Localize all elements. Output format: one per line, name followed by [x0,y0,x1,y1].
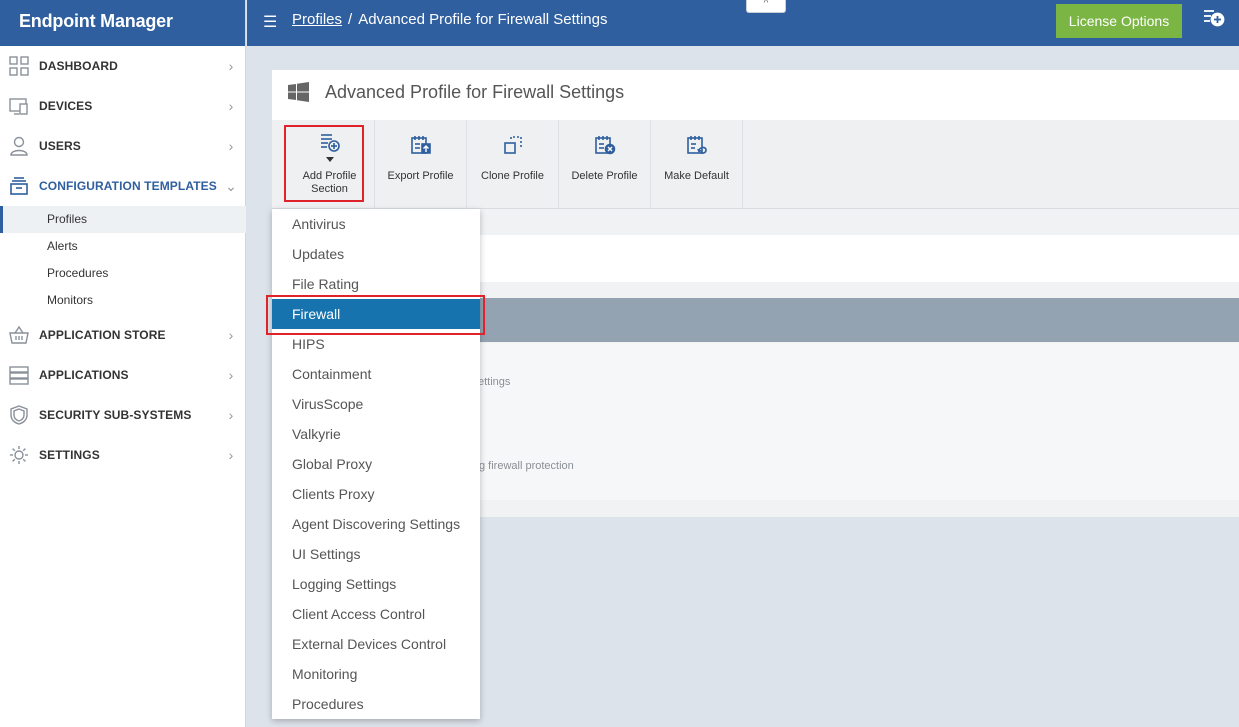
basket-icon [8,324,30,346]
sidebar: Endpoint Manager DASHBOARD › DEVICES › U… [0,0,246,727]
sidebar-item-devices[interactable]: DEVICES › [0,86,246,126]
chevron-right-icon: › [228,98,234,114]
make-default-label: Make Default [664,170,729,182]
chevron-down-icon: ⌄ [225,177,237,194]
delete-profile-label: Delete Profile [571,170,638,182]
delete-profile-button[interactable]: Delete Profile [559,120,651,209]
sidebar-item-label: SETTINGS [39,448,100,462]
sidebar-subitem-alerts[interactable]: Alerts [0,233,246,260]
make-default-icon [686,134,708,156]
menu-item-client-access-control[interactable]: Client Access Control [272,599,480,629]
delete-icon [594,134,616,156]
breadcrumb-separator: / [348,11,353,28]
sidebar-item-dashboard[interactable]: DASHBOARD › [0,46,246,86]
stack-icon [8,175,30,197]
menu-item-procedures[interactable]: Procedures [272,689,480,719]
sidebar-item-users[interactable]: USERS › [0,126,246,166]
make-default-button[interactable]: Make Default [651,120,743,209]
collapse-header-tab[interactable]: ^ [746,0,786,13]
menu-item-agent-discovering-settings[interactable]: Agent Discovering Settings [272,509,480,539]
export-profile-label: Export Profile [387,170,454,182]
sidebar-item-label: DASHBOARD [39,59,118,73]
gear-icon [8,444,30,466]
panel-header: Advanced Profile for Firewall Settings [272,70,1239,120]
partial-description: ettings [478,376,511,388]
menu-item-virusscope[interactable]: VirusScope [272,389,480,419]
breadcrumb: Profiles / Advanced Profile for Firewall S… [292,11,607,28]
grid-icon [8,55,30,77]
menu-item-logging-settings[interactable]: Logging Settings [272,569,480,599]
topbar: ☰ Profiles / Advanced Profile for Firewall… [247,0,1239,46]
highlight-add-section [284,125,364,202]
sidebar-item-application-store[interactable]: APPLICATION STORE › [0,315,246,355]
menu-item-global-proxy[interactable]: Global Proxy [272,449,480,479]
menu-item-ui-settings[interactable]: UI Settings [272,539,480,569]
menu-item-clients-proxy[interactable]: Clients Proxy [272,479,480,509]
license-options-button[interactable]: License Options [1056,4,1182,38]
profile-toolbar: Add Profile Section Export Profile Clone … [272,120,1239,209]
clone-icon [502,134,524,156]
chevron-right-icon: › [228,327,234,343]
hamburger-menu-icon[interactable]: ☰ [263,12,277,32]
sidebar-item-label: DEVICES [39,99,93,113]
sidebar-item-label: APPLICATIONS [39,368,129,382]
menu-item-containment[interactable]: Containment [272,359,480,389]
sidebar-item-label: CONFIGURATION TEMPLATES [39,179,217,193]
breadcrumb-link-profiles[interactable]: Profiles [292,11,342,28]
breadcrumb-current: Advanced Profile for Firewall Settings [358,11,608,28]
chevron-right-icon: › [228,58,234,74]
sidebar-item-label: USERS [39,139,81,153]
menu-item-valkyrie[interactable]: Valkyrie [272,419,480,449]
sidebar-item-applications[interactable]: APPLICATIONS › [0,355,246,395]
chevron-right-icon: › [228,367,234,383]
sidebar-item-label: SECURITY SUB-SYSTEMS [39,408,192,422]
sidebar-subitem-profiles[interactable]: Profiles [0,206,246,233]
sidebar-item-configuration-templates[interactable]: CONFIGURATION TEMPLATES ⌄ [0,166,246,206]
sidebar-item-security-sub-systems[interactable]: SECURITY SUB-SYSTEMS › [0,395,246,435]
shield-icon [8,404,30,426]
export-icon [410,134,432,156]
sidebar-item-settings[interactable]: SETTINGS › [0,435,246,475]
clone-profile-label: Clone Profile [481,170,544,182]
sidebar-subitem-monitors[interactable]: Monitors [0,287,246,314]
chevron-right-icon: › [228,447,234,463]
server-icon [8,364,30,386]
clone-profile-button[interactable]: Clone Profile [467,120,559,209]
partial-description: g firewall protection [479,460,574,472]
menu-item-monitoring[interactable]: Monitoring [272,659,480,689]
add-profile-icon[interactable] [1202,7,1226,31]
menu-item-updates[interactable]: Updates [272,239,480,269]
monitor-icon [8,95,30,117]
chevron-right-icon: › [228,138,234,154]
menu-item-external-devices-control[interactable]: External Devices Control [272,629,480,659]
sidebar-item-label: APPLICATION STORE [39,328,166,342]
sidebar-subitem-procedures[interactable]: Procedures [0,260,246,287]
windows-icon [288,82,309,102]
chevron-right-icon: › [228,407,234,423]
highlight-firewall [266,295,485,335]
export-profile-button[interactable]: Export Profile [375,120,467,209]
page-title: Advanced Profile for Firewall Settings [325,82,625,102]
add-section-dropdown: Antivirus Updates File Rating Firewall H… [272,209,480,719]
user-icon [8,135,30,157]
menu-item-antivirus[interactable]: Antivirus [272,209,480,239]
chevron-up-icon: ^ [763,0,769,9]
app-title: Endpoint Manager [0,0,245,46]
